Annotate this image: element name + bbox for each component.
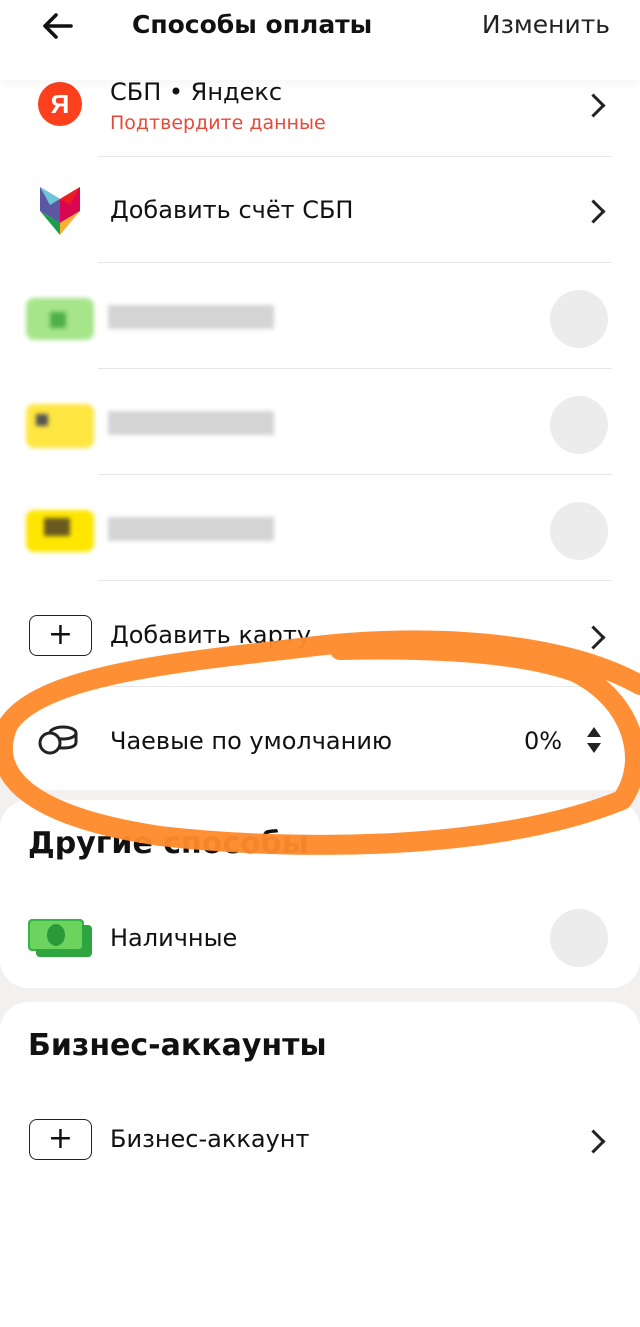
method-cash[interactable]: Наличные (0, 890, 640, 986)
svg-text:Я: Я (51, 89, 70, 119)
sbp-logo-icon (40, 187, 80, 235)
method-label: Наличные (110, 924, 238, 952)
yandex-logo-icon: Я (38, 82, 82, 126)
chevron-right-icon (581, 625, 606, 650)
tips-value: 0% (524, 727, 563, 755)
payment-methods-card: Я СБП • Яндекс Подтвердите данные Добави… (0, 60, 640, 790)
method-label: СБП • Яндекс (110, 78, 283, 106)
card-item[interactable] (0, 263, 640, 369)
card-name-redacted (108, 305, 274, 329)
business-accounts-card: Бизнес-аккаунты + Бизнес-аккаунт (0, 1002, 640, 1327)
card-icon (26, 510, 94, 552)
card-name-redacted (108, 517, 274, 541)
method-label: Добавить карту (110, 621, 312, 649)
card-icon (26, 298, 94, 340)
card-name-redacted (108, 411, 274, 435)
method-add-card[interactable]: + Добавить карту (0, 581, 640, 687)
method-add-sbp[interactable]: Добавить счёт СБП (0, 157, 640, 263)
chevron-right-icon (581, 93, 606, 118)
plus-icon: + (29, 615, 92, 656)
select-radio[interactable] (550, 396, 608, 454)
card-item[interactable] (0, 369, 640, 475)
card-icon (26, 404, 94, 448)
top-bar: Способы оплаты Изменить (0, 0, 640, 80)
card-item[interactable] (0, 475, 640, 581)
coins-icon (38, 725, 78, 755)
tips-label: Чаевые по умолчанию (110, 727, 393, 755)
method-status: Подтвердите данные (110, 112, 326, 134)
other-methods-card: Другие способы Наличные (0, 800, 640, 988)
tips-default-row[interactable]: Чаевые по умолчанию 0% (0, 687, 640, 793)
stepper-updown-icon[interactable] (585, 725, 603, 755)
back-button[interactable] (36, 6, 80, 46)
section-title: Бизнес-аккаунты (28, 1028, 327, 1063)
business-add-row[interactable]: + Бизнес-аккаунт (0, 1086, 640, 1192)
edit-button[interactable]: Изменить (482, 8, 610, 42)
section-title: Другие способы (28, 826, 309, 861)
arrow-left-icon (43, 13, 73, 39)
chevron-right-icon (581, 1129, 606, 1154)
select-radio[interactable] (550, 502, 608, 560)
select-radio[interactable] (550, 909, 608, 967)
plus-icon: + (29, 1119, 92, 1160)
cash-icon (28, 919, 92, 957)
chevron-right-icon (581, 199, 606, 224)
page-title: Способы оплаты (132, 10, 373, 39)
business-add-label: Бизнес-аккаунт (110, 1125, 310, 1153)
method-label: Добавить счёт СБП (110, 196, 354, 224)
select-radio[interactable] (550, 290, 608, 348)
